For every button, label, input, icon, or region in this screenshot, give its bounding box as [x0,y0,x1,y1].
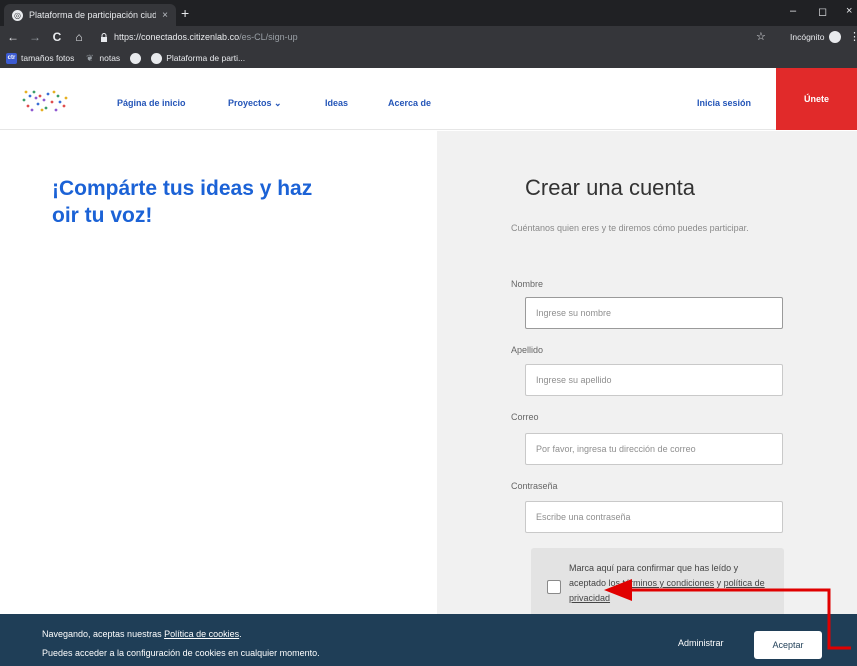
new-tab-button[interactable]: + [181,6,189,20]
consent-box: Marca aquí para confirmar que has leído … [531,548,784,618]
accept-cookies-button[interactable]: Aceptar [754,631,822,659]
url-text: https://conectados.citizenlab.co/es-CL/s… [114,32,298,42]
home-icon[interactable]: ⌂ [70,30,88,44]
globe-icon [130,52,142,64]
forward-icon[interactable]: → [26,30,44,44]
back-icon[interactable]: ← [4,30,22,44]
incognito-label: Incógnito [790,32,825,42]
consent-middle: y [714,578,724,588]
last-name-input[interactable] [525,364,783,396]
nav-about-link[interactable]: Acerca de [388,98,431,108]
password-label: Contraseña [511,481,558,491]
bookmark-label: notas [99,53,121,63]
signup-panel: Crear una cuenta Cuéntanos quien eres y … [437,131,857,666]
browser-tab[interactable]: ◎ Plataforma de participación ciud... × [4,4,176,26]
nav-ideas-link[interactable]: Ideas [325,98,348,108]
bookmarks-bar: ctr tamaños fotos ❦ notas Plataforma de … [0,48,857,68]
terms-link[interactable]: términos y condiciones [623,578,715,588]
cookie-text: Navegando, aceptas nuestras [42,629,165,639]
consent-text: Marca aquí para confirmar que has leído … [569,561,774,606]
sign-in-link[interactable]: Inicia sesión [697,98,751,108]
more-menu-icon[interactable]: ⋮ [849,30,857,43]
email-label: Correo [511,412,539,422]
bookmark-item[interactable] [130,52,142,64]
sign-up-button[interactable]: Únete [776,68,857,130]
first-name-label: Nombre [511,279,544,289]
manage-cookies-button[interactable]: Administrar [678,638,724,648]
email-input[interactable] [525,433,783,465]
tab-title: Plataforma de participación ciud... [29,10,157,20]
bookmark-item[interactable]: ctr tamaños fotos [6,52,75,64]
last-name-label: Apellido [511,345,544,355]
nav-projects-dropdown[interactable]: Proyectos ⌄ [228,98,282,109]
bookmark-star-icon[interactable]: ☆ [756,30,766,43]
reload-icon[interactable]: C [48,30,66,44]
bookmark-item[interactable]: Plataforma de parti... [151,52,246,64]
cookie-notice-line1: Navegando, aceptas nuestras Política de … [42,629,242,639]
lock-icon [101,32,107,42]
bookmark-label: tamaños fotos [21,53,75,63]
close-window-icon[interactable]: × [846,5,852,17]
form-title: Crear una cuenta [525,175,695,200]
nav-home-link[interactable]: Página de inicio [117,98,186,108]
incognito-icon [828,31,841,43]
maximize-icon[interactable]: ◻ [818,5,827,18]
globe-icon: ◎ [12,9,23,21]
minimize-icon[interactable]: – [790,5,796,17]
url-host: https://conectados.citizenlab.co [114,32,240,42]
consent-checkbox[interactable] [547,580,561,594]
cookie-text-end: . [239,629,242,639]
form-subtitle: Cuéntanos quien eres y te diremos cómo p… [511,223,749,233]
ctr-icon: ctr [6,52,17,64]
url-path: /es-CL/sign-up [239,32,298,42]
hero-title: ¡Compárte tus ideas y haz oir tu voz! [52,177,313,227]
address-bar[interactable]: https://conectados.citizenlab.co/es-CL/s… [100,28,780,46]
bookmark-item[interactable]: ❦ notas [84,53,120,64]
browser-tab-strip: ◎ Plataforma de participación ciud... × … [0,0,857,26]
password-input[interactable] [525,501,783,533]
logo-icon[interactable] [20,88,68,114]
browser-toolbar: ← → C ⌂ https://conectados.citizenlab.co… [0,26,857,48]
site-header: Página de inicio Proyectos ⌄ Ideas Acerc… [0,68,857,130]
globe-icon [151,52,163,64]
cookie-policy-link[interactable]: Política de cookies [164,629,239,639]
first-name-input[interactable] [525,297,783,329]
cookie-notice-line2: Puedes acceder a la configuración de coo… [42,648,320,658]
leaf-icon: ❦ [86,52,94,63]
cookie-banner: Navegando, aceptas nuestras Política de … [0,614,857,666]
incognito-indicator[interactable]: Incógnito [790,31,841,43]
bookmark-label: Plataforma de parti... [166,53,246,63]
close-tab-icon[interactable]: × [162,10,168,21]
